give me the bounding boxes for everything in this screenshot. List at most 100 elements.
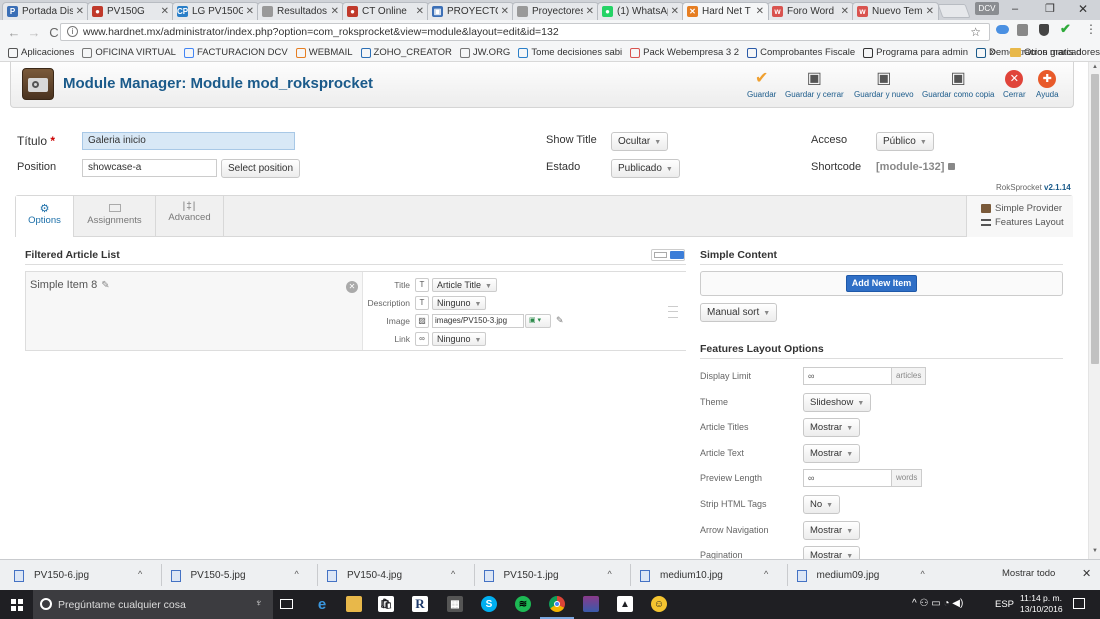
spotify-icon[interactable]: ≋ bbox=[515, 596, 531, 612]
bookmark-item[interactable]: JW.ORG bbox=[459, 47, 510, 58]
forward-icon[interactable]: → bbox=[24, 25, 44, 40]
store-icon[interactable]: 🛍 bbox=[378, 596, 394, 612]
cerrar-button[interactable]: ✕ Cerrar bbox=[1003, 70, 1026, 99]
tab-close-icon[interactable]: ✕ bbox=[756, 6, 764, 17]
bookmark-item[interactable]: FACTURACION DCV bbox=[183, 47, 288, 58]
select-position-button[interactable]: Select position bbox=[221, 159, 301, 178]
drag-handle-icon[interactable] bbox=[668, 306, 678, 318]
microphone-icon[interactable]: ♆ bbox=[255, 598, 263, 609]
extension-shield-icon[interactable] bbox=[1039, 24, 1049, 36]
bookmark-item[interactable]: Programa para admin bbox=[863, 47, 968, 58]
tab-close-icon[interactable]: ✕ bbox=[501, 6, 509, 17]
browser-tab[interactable]: ● CT Online ✕ bbox=[342, 2, 429, 20]
show-title-select[interactable]: Ocultar ▼ bbox=[611, 132, 669, 151]
other-bookmarks-folder[interactable]: Otros marcadores bbox=[1010, 47, 1100, 58]
tab-close-icon[interactable]: ✕ bbox=[416, 6, 424, 17]
download-options-chevron-icon[interactable]: ^ bbox=[764, 569, 768, 579]
field-value-select-link[interactable]: Ninguno ▼ bbox=[432, 332, 487, 346]
restore-icon[interactable]: ❐ bbox=[1045, 2, 1055, 15]
file-explorer-icon[interactable] bbox=[346, 596, 362, 612]
tab-close-icon[interactable]: ✕ bbox=[671, 6, 679, 17]
browser-tab[interactable]: w Foro Word ✕ bbox=[767, 2, 854, 20]
position-input[interactable]: showcase-a bbox=[82, 159, 217, 177]
download-options-chevron-icon[interactable]: ^ bbox=[295, 569, 299, 579]
download-options-chevron-icon[interactable]: ^ bbox=[451, 569, 455, 579]
info-icon[interactable]: i bbox=[67, 26, 78, 37]
download-item[interactable]: PV150-6.jpg ^ bbox=[14, 560, 164, 591]
tab-close-icon[interactable]: ✕ bbox=[161, 6, 169, 17]
chrome-menu-icon[interactable]: ⋮ bbox=[1085, 22, 1097, 36]
option-select[interactable]: Mostrar ▼ bbox=[803, 418, 861, 438]
show-all-downloads-button[interactable]: Mostrar todo bbox=[1002, 568, 1055, 579]
guardar-button[interactable]: ✔ Guardar bbox=[747, 70, 776, 99]
r-app-icon[interactable]: R bbox=[412, 596, 428, 612]
add-new-item-button[interactable]: Add New Item bbox=[846, 275, 917, 292]
browser-tab[interactable]: Resultados ✕ bbox=[257, 2, 344, 20]
windows-start-icon[interactable] bbox=[11, 599, 23, 611]
tab-close-icon[interactable]: ✕ bbox=[841, 6, 849, 17]
guardar-y-nuevo-button[interactable]: ▣ Guardar y nuevo bbox=[854, 70, 914, 99]
bookmark-star-icon[interactable]: ☆ bbox=[970, 24, 981, 40]
download-options-chevron-icon[interactable]: ^ bbox=[608, 569, 612, 579]
profile-badge[interactable]: DCV bbox=[975, 2, 999, 15]
more-bookmarks-button[interactable]: » bbox=[990, 46, 996, 58]
calculator-icon[interactable]: ▦ bbox=[447, 596, 463, 612]
extension-check-icon[interactable]: ✔ bbox=[1060, 21, 1071, 37]
guardar-y-cerrar-button[interactable]: ▣ Guardar y cerrar bbox=[785, 70, 844, 99]
manual-sort-select[interactable]: Manual sort ▼ bbox=[700, 303, 778, 322]
download-item[interactable]: PV150-5.jpg ^ bbox=[170, 560, 321, 591]
tab-assignments[interactable]: Assignments bbox=[74, 196, 156, 237]
download-item[interactable]: medium10.jpg ^ bbox=[640, 560, 790, 591]
clock[interactable]: 11:14 p. m. 13/10/2016 bbox=[1020, 593, 1063, 615]
titulo-input[interactable]: Galeria inicio bbox=[82, 132, 295, 150]
tab-close-icon[interactable]: ✕ bbox=[331, 6, 339, 17]
browser-tab[interactable]: ▣ PROYECTOR✕ bbox=[427, 2, 514, 20]
download-options-chevron-icon[interactable]: ^ bbox=[138, 569, 142, 579]
option-input[interactable]: ∞ bbox=[803, 469, 892, 488]
language-indicator[interactable]: ESP bbox=[995, 599, 1014, 610]
tab-close-icon[interactable]: ✕ bbox=[586, 6, 594, 17]
close-downloads-icon[interactable]: ✕ bbox=[1082, 567, 1091, 580]
view-toggle[interactable] bbox=[651, 249, 685, 261]
browser-tab[interactable]: ● PV150G ✕ bbox=[87, 2, 174, 20]
edit-image-icon[interactable]: ✎ bbox=[556, 315, 564, 326]
back-icon[interactable]: ← bbox=[4, 25, 24, 40]
emoji-app-icon[interactable]: ☺ bbox=[651, 596, 667, 612]
task-view-icon[interactable] bbox=[280, 599, 293, 609]
field-value-select-title[interactable]: Article Title ▼ bbox=[432, 278, 497, 292]
remove-item-icon[interactable]: ✕ bbox=[346, 281, 358, 293]
option-input[interactable]: ∞ bbox=[803, 367, 892, 385]
option-select[interactable]: Slideshow ▼ bbox=[803, 392, 872, 412]
tab-close-icon[interactable]: ✕ bbox=[246, 6, 254, 17]
guardar-como-copia-button[interactable]: ▣ Guardar como copia bbox=[922, 70, 994, 99]
tab-close-icon[interactable]: ✕ bbox=[926, 6, 934, 17]
article-item-card[interactable]: Simple Item 8 ✎ ✕ Title T Article Title ▼ De… bbox=[25, 271, 686, 351]
tab-close-icon[interactable]: ✕ bbox=[76, 6, 84, 17]
field-value-select-description[interactable]: Ninguno ▼ bbox=[432, 296, 487, 310]
acceso-select[interactable]: Público ▼ bbox=[876, 132, 934, 151]
extension-cloud-icon[interactable] bbox=[996, 25, 1009, 34]
tab-advanced[interactable]: |‡| Advanced bbox=[156, 196, 224, 237]
winrar-icon[interactable] bbox=[583, 596, 599, 612]
browser-tab[interactable]: P Portada Dis ✕ bbox=[2, 2, 89, 20]
address-bar[interactable]: i www.hardnet.mx/administrator/index.php… bbox=[60, 23, 990, 41]
download-item[interactable]: medium09.jpg ^ bbox=[796, 560, 947, 591]
grid-view-icon[interactable] bbox=[670, 251, 684, 259]
new-tab-button[interactable] bbox=[937, 4, 971, 18]
bookmark-item[interactable]: WEBMAIL bbox=[295, 47, 353, 58]
download-item[interactable]: PV150-1.jpg ^ bbox=[483, 560, 634, 591]
bookmark-item[interactable]: Pack Webempresa 3 2 bbox=[630, 47, 739, 58]
image-path-input[interactable]: images/PV150-3.jpg bbox=[432, 314, 524, 328]
page-scrollbar[interactable]: ▲ ▼ bbox=[1088, 62, 1100, 559]
browser-tab[interactable]: ● (1) WhatsAp ✕ bbox=[597, 2, 684, 20]
edit-pencil-icon[interactable]: ✎ bbox=[101, 280, 109, 291]
chrome-icon[interactable] bbox=[549, 596, 565, 612]
image-picker-button[interactable]: ▣ ▾ bbox=[525, 314, 551, 328]
bookmark-item[interactable]: OFICINA VIRTUAL bbox=[82, 47, 176, 58]
edge-icon[interactable]: e bbox=[314, 596, 330, 613]
cortana-search-box[interactable]: Pregúntame cualquier cosa ♆ bbox=[33, 590, 273, 619]
download-options-chevron-icon[interactable]: ^ bbox=[921, 569, 925, 579]
minimize-icon[interactable]: – bbox=[1012, 3, 1018, 15]
option-select[interactable]: Mostrar ▼ bbox=[803, 443, 861, 463]
download-item[interactable]: PV150-4.jpg ^ bbox=[327, 560, 477, 591]
